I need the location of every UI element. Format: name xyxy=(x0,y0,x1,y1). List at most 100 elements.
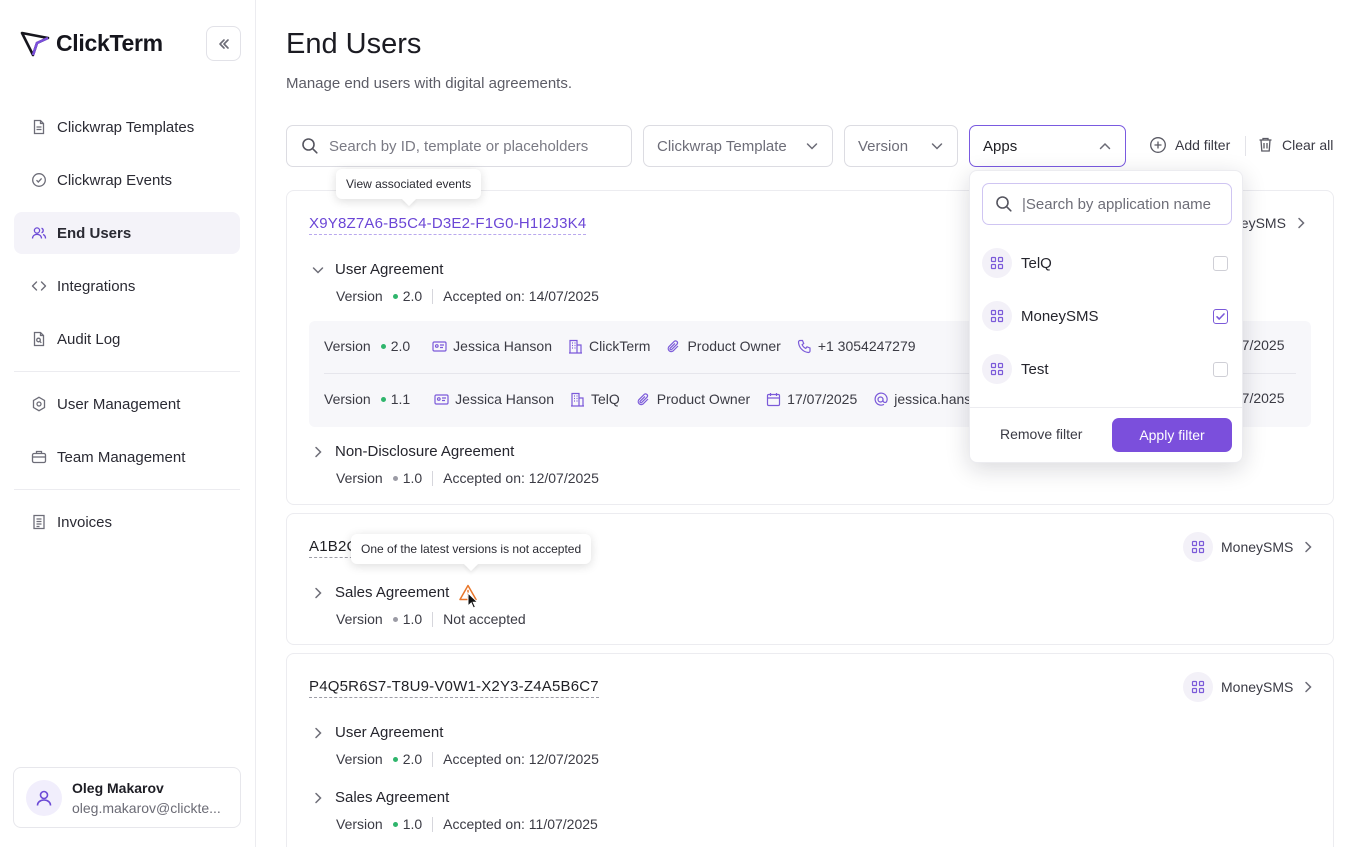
apps-dropdown: TelQ MoneySMS Test Remove filter Apply f… xyxy=(969,170,1243,463)
sidebar-item-end-users[interactable]: End Users xyxy=(14,212,240,254)
apps-select[interactable]: Apps xyxy=(969,125,1126,167)
sidebar-item-clickwrap-templates[interactable]: Clickwrap Templates xyxy=(14,106,240,148)
agreement-row[interactable]: Sales Agreement xyxy=(311,584,477,601)
end-user-id-link[interactable]: P4Q5R6S7-T8U9-V0W1-X2Y3-Z4A5B6C7 xyxy=(309,678,599,698)
app-tag[interactable]: MoneySMS xyxy=(1183,672,1315,702)
grid-icon xyxy=(982,248,1012,278)
filter-divider xyxy=(1245,136,1246,156)
app-option-checkbox[interactable] xyxy=(1213,361,1228,377)
sidebar-item-user-management[interactable]: User Management xyxy=(14,383,240,425)
version-value: 2.0 xyxy=(390,338,411,354)
sidebar-item-invoices[interactable]: Invoices xyxy=(14,501,240,543)
logo-mark-icon xyxy=(20,31,50,56)
app-search-input[interactable] xyxy=(1022,195,1227,213)
chevrons-left-icon xyxy=(218,38,229,49)
code-icon xyxy=(31,281,47,291)
chevron-right-icon xyxy=(1298,217,1305,229)
page-subtitle: Manage end users with digital agreements… xyxy=(286,75,572,92)
app-option-checkbox[interactable] xyxy=(1213,255,1228,271)
dropdown-divider xyxy=(970,407,1242,408)
profile-name: Oleg Makarov xyxy=(72,779,164,796)
sidebar-item-label: Clickwrap Templates xyxy=(57,118,195,136)
agreement-row[interactable]: Non-Disclosure Agreement xyxy=(311,443,514,460)
version-value: 1.0 xyxy=(402,470,423,486)
status-dot xyxy=(380,343,386,349)
apply-filter-button[interactable]: Apply filter xyxy=(1112,418,1232,452)
agreement-row[interactable]: User Agreement xyxy=(311,261,443,278)
add-filter-button[interactable]: Add filter xyxy=(1149,136,1230,154)
search-box[interactable] xyxy=(286,125,632,167)
file-search-icon xyxy=(33,331,45,347)
meta-divider xyxy=(432,751,434,767)
meta-divider xyxy=(432,611,434,627)
collapse-sidebar-button[interactable] xyxy=(206,26,241,61)
signer-role: Product Owner xyxy=(666,338,781,354)
app-option-checkbox[interactable] xyxy=(1213,308,1228,324)
sidebar-item-label: Integrations xyxy=(57,277,136,295)
app-option-test[interactable]: Test xyxy=(982,351,1232,387)
grid-icon xyxy=(982,301,1012,331)
version-label: Version xyxy=(336,751,383,767)
grid-icon xyxy=(982,354,1012,384)
chevron-down-icon xyxy=(931,143,943,150)
file-icon xyxy=(33,119,45,135)
clickterm-logo[interactable]: ClickTerm xyxy=(20,30,163,57)
agreement-row[interactable]: Sales Agreement xyxy=(311,789,449,806)
sidebar-item-label: Invoices xyxy=(57,513,113,531)
sidebar-item-label: Audit Log xyxy=(57,330,121,348)
sidebar-item-audit-log[interactable]: Audit Log xyxy=(14,318,240,360)
clear-all-button[interactable]: Clear all xyxy=(1257,136,1333,153)
user-icon xyxy=(36,790,52,806)
building-icon xyxy=(569,339,582,354)
version-history-row[interactable]: Version 1.1 Jessica Hanson TelQ Product … xyxy=(324,391,1024,407)
tooltip-view-events: View associated events xyxy=(336,169,482,199)
search-input[interactable] xyxy=(329,137,619,155)
remove-filter-button[interactable]: Remove filter xyxy=(1000,426,1082,442)
mouse-cursor-icon xyxy=(467,592,479,609)
sidebar-divider xyxy=(14,371,240,372)
clear-all-label: Clear all xyxy=(1282,136,1334,153)
version-history-row[interactable]: Version 2.0 Jessica Hanson ClickTerm Pro… xyxy=(324,338,916,354)
receipt-icon xyxy=(33,514,45,530)
user-profile[interactable]: Oleg Makarov oleg.makarov@clickte... xyxy=(13,767,241,828)
app-option-label: MoneySMS xyxy=(1021,307,1099,325)
clickwrap-template-select[interactable]: Clickwrap Template xyxy=(643,125,833,167)
chevron-right-icon xyxy=(315,792,322,803)
app-search-box[interactable] xyxy=(982,183,1232,225)
version-value: 1.0 xyxy=(402,816,423,832)
paperclip-icon xyxy=(668,339,679,352)
search-icon xyxy=(302,138,318,154)
app-option-telq[interactable]: TelQ xyxy=(982,245,1232,281)
version-select[interactable]: Version xyxy=(844,125,958,167)
version-label: Version xyxy=(336,288,383,304)
shield-icon xyxy=(32,396,46,412)
status-dot xyxy=(392,616,398,622)
status-dot xyxy=(392,293,398,299)
avatar xyxy=(26,779,62,816)
meta-divider xyxy=(432,470,434,486)
grid-icon xyxy=(1183,532,1213,562)
briefcase-icon xyxy=(31,450,47,464)
grid-icon xyxy=(1183,672,1213,702)
acceptance-status: Not accepted xyxy=(443,611,526,627)
end-user-id-link[interactable]: X9Y8Z7A6-B5C4-D3E2-F1G0-H1I2J3K4 xyxy=(309,215,587,235)
status-dot xyxy=(392,756,398,762)
app-option-moneysms[interactable]: MoneySMS xyxy=(982,298,1232,334)
app-name: MoneySMS xyxy=(1221,679,1294,695)
app-tag[interactable]: neySMS xyxy=(1233,215,1308,231)
sidebar-item-team-management[interactable]: Team Management xyxy=(14,436,240,478)
status-dot xyxy=(392,475,398,481)
version-label: Version xyxy=(336,611,383,627)
agreement-name: User Agreement xyxy=(335,724,444,741)
status-dot xyxy=(380,396,386,402)
users-icon xyxy=(31,227,47,239)
sidebar-item-integrations[interactable]: Integrations xyxy=(14,265,240,307)
agreement-row[interactable]: User Agreement xyxy=(311,724,443,741)
agreement-name: Sales Agreement xyxy=(335,789,450,806)
signer-name: Jessica Hanson xyxy=(434,391,554,407)
app-tag[interactable]: MoneySMS xyxy=(1183,532,1315,562)
signer-company: TelQ xyxy=(570,391,620,407)
sidebar-item-clickwrap-events[interactable]: Clickwrap Events xyxy=(14,159,240,201)
chevron-right-icon xyxy=(1305,541,1312,553)
sidebar-item-label: User Management xyxy=(57,395,181,413)
